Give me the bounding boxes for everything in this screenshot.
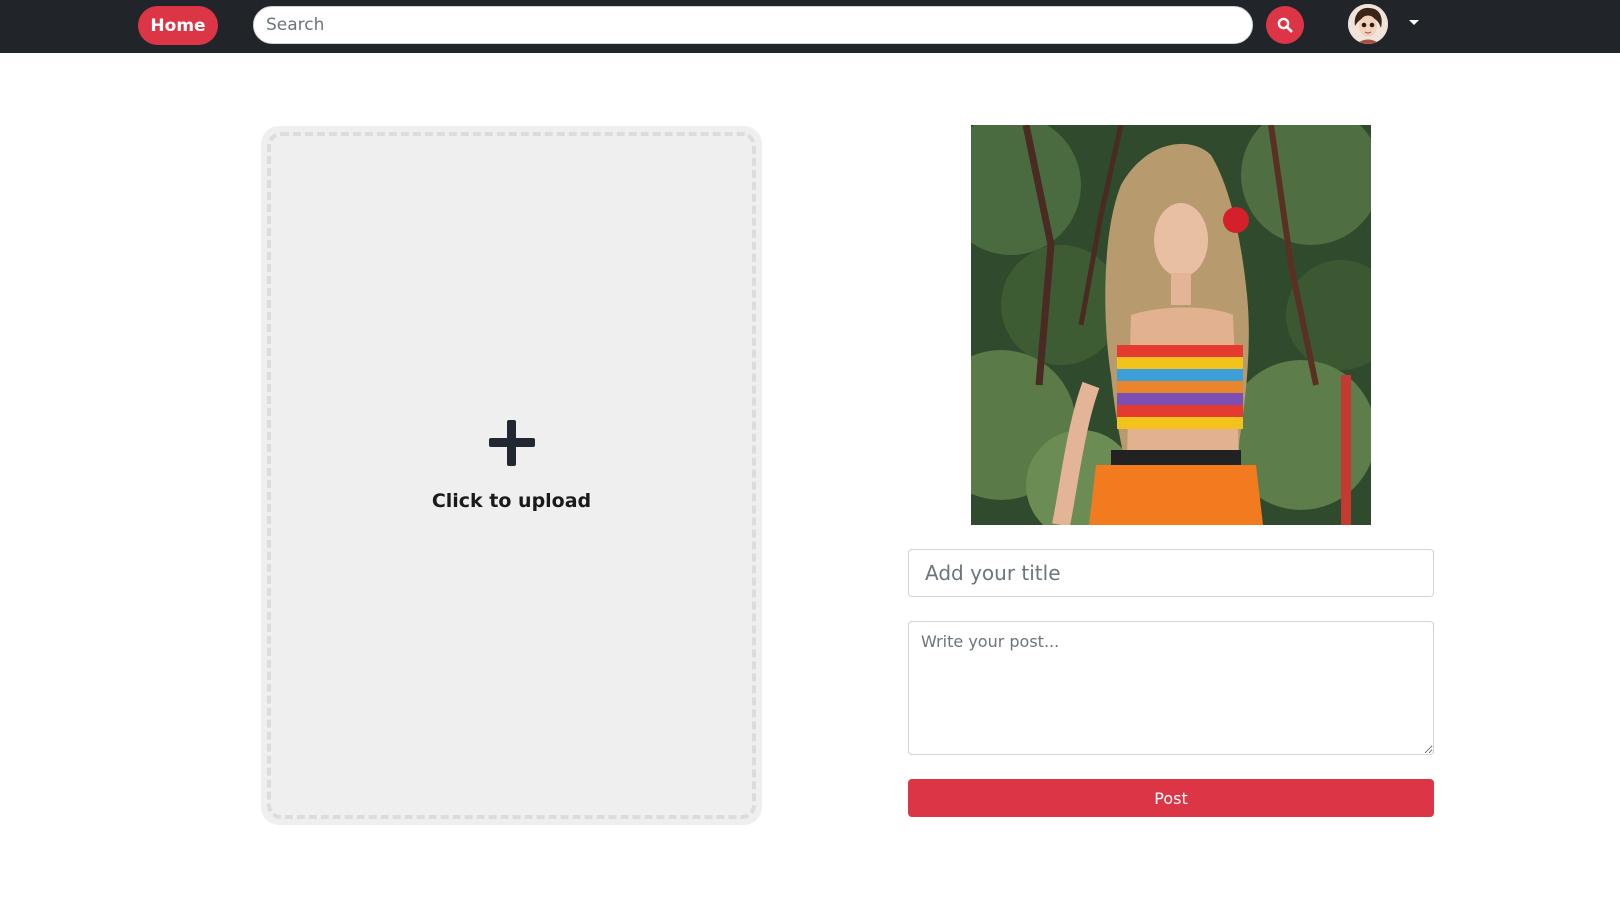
image-preview (971, 125, 1371, 525)
search-icon (1277, 17, 1293, 33)
caret-down-icon[interactable] (1409, 20, 1419, 25)
search-input[interactable] (253, 6, 1253, 44)
upload-label: Click to upload (431, 490, 592, 512)
top-navbar: Home (0, 0, 1620, 53)
title-input[interactable] (908, 549, 1434, 597)
avatar-image (1348, 4, 1388, 44)
preview-photo (971, 125, 1371, 525)
home-button[interactable]: Home (138, 6, 218, 45)
post-button[interactable]: Post (908, 779, 1434, 817)
search-button[interactable] (1266, 6, 1304, 44)
image-upload-dropzone[interactable]: Click to upload (261, 126, 762, 825)
post-body-textarea[interactable] (908, 621, 1434, 755)
plus-icon (489, 420, 535, 466)
user-avatar[interactable] (1348, 4, 1388, 44)
